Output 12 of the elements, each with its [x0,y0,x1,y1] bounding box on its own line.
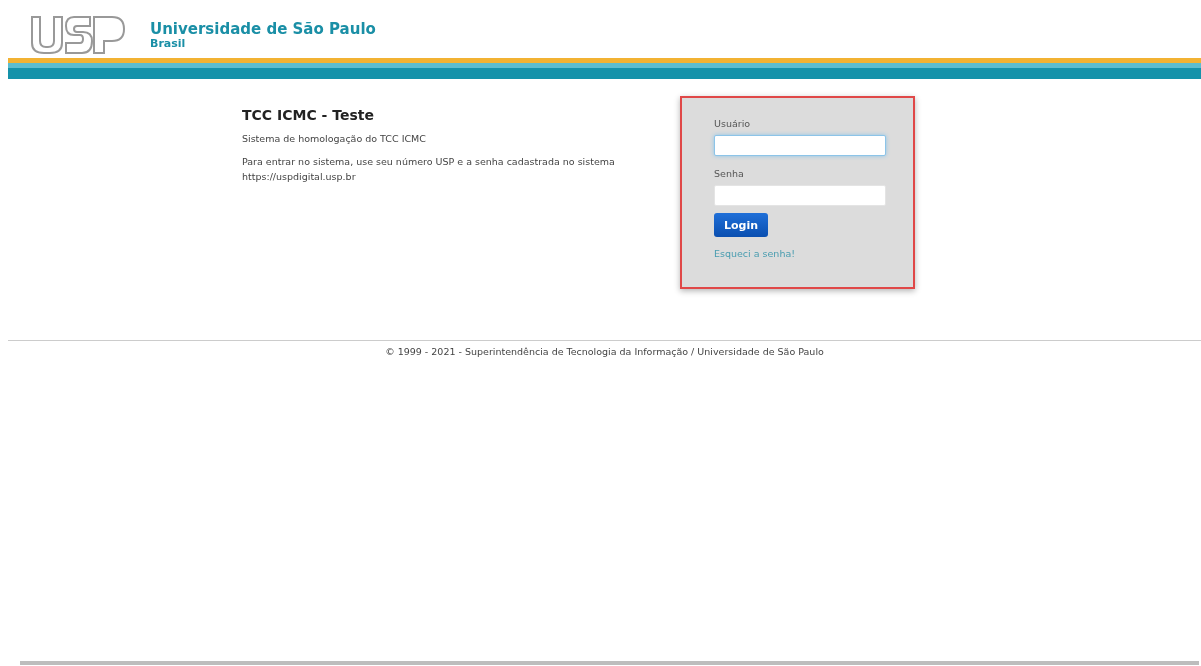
copyright-text: © 1999 - 2021 - Superintendência de Tecnologia da Informação / Universidade de São Paulo [385,346,824,357]
scrollbar[interactable] [20,661,1199,665]
input-field[interactable] [714,185,886,206]
login-button[interactable]: Login [714,213,768,237]
country-name: Brasil [150,37,187,50]
field-label: Usuário [714,118,752,129]
login-instructions: Para entrar no sistema, use seu número USP e a senha cadastrada no sistema https://uspdigital.usp.br [242,155,616,184]
input-field[interactable] [714,135,886,156]
university-name: Universidade de São Paulo [150,20,376,38]
system-description: Sistema de homologação do TCC ICMC [242,132,427,146]
page-title: TCC ICMC - Teste [242,107,375,123]
field-label: Senha [714,168,745,179]
